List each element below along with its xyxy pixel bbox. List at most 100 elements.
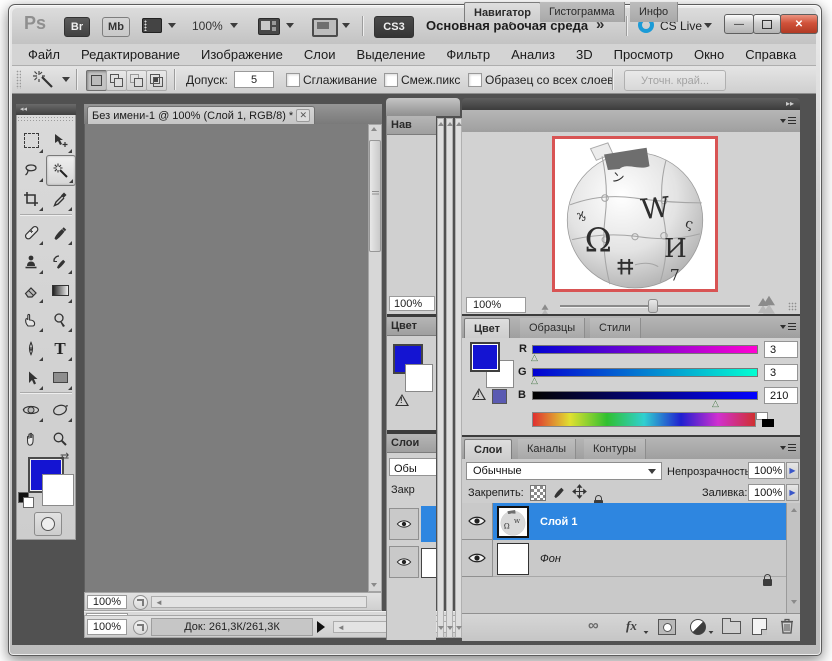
layer-2-name[interactable]: Фон bbox=[540, 553, 561, 565]
cs-live-caret[interactable] bbox=[704, 23, 712, 28]
layer-1-thumbnail[interactable]: ΩW bbox=[497, 506, 529, 538]
zoom-tool-icon[interactable] bbox=[46, 424, 74, 453]
lock-transparency-icon[interactable] bbox=[530, 485, 546, 501]
document-tab[interactable]: Без имени-1 @ 100% (Слой 1, RGB/8) * ✕ bbox=[87, 106, 315, 124]
menu-edit[interactable]: Редактирование bbox=[81, 47, 180, 62]
spectrum-black-swatch[interactable] bbox=[762, 419, 774, 427]
tab-histogram[interactable]: Гистограмма bbox=[540, 2, 625, 22]
layer-style-fx-icon[interactable]: fx bbox=[626, 618, 637, 634]
channel-r-slider[interactable] bbox=[532, 345, 758, 354]
horizontal-scrollbar-top[interactable]: ◄ bbox=[151, 596, 367, 608]
new-group-folder-icon[interactable] bbox=[722, 621, 741, 634]
bridge-button[interactable]: Br bbox=[64, 17, 90, 37]
gamut-warning-icon[interactable] bbox=[472, 388, 486, 400]
selection-mode-new-button[interactable] bbox=[86, 70, 107, 91]
tab-navigator[interactable]: Навигатор bbox=[464, 2, 541, 22]
3d-rotate-tool-icon[interactable] bbox=[17, 395, 45, 424]
scrollbar-down-arrow[interactable] bbox=[371, 583, 377, 587]
smudge-tool-icon[interactable] bbox=[17, 305, 45, 334]
minimize-button[interactable]: — bbox=[724, 14, 754, 34]
layer-2-visibility-toggle[interactable] bbox=[462, 540, 493, 577]
status-preview-icon[interactable] bbox=[133, 595, 148, 610]
zoom-caret[interactable] bbox=[230, 23, 238, 28]
channel-r-thumb[interactable]: △ bbox=[531, 352, 538, 363]
pen-tool-icon[interactable] bbox=[17, 334, 45, 363]
dock-topbar[interactable]: ▸▸ bbox=[462, 98, 800, 110]
channel-b-thumb[interactable]: △ bbox=[712, 398, 719, 409]
status-zoom-field[interactable]: 100% bbox=[87, 595, 127, 609]
link-layers-icon[interactable]: ∞ bbox=[588, 617, 599, 634]
arrange-documents-icon[interactable] bbox=[258, 18, 280, 35]
options-grip[interactable] bbox=[16, 70, 21, 89]
menu-help[interactable]: Справка bbox=[745, 47, 796, 62]
tab-color[interactable]: Цвет bbox=[464, 318, 510, 338]
contiguous-checkbox[interactable] bbox=[384, 73, 398, 87]
path-selection-tool-icon[interactable] bbox=[17, 363, 45, 392]
selection-mode-subtract-button[interactable] bbox=[126, 70, 147, 91]
move-tool-icon[interactable] bbox=[46, 126, 74, 155]
color-panel-menu-icon[interactable] bbox=[780, 322, 796, 332]
layers-panel-menu-icon[interactable] bbox=[780, 443, 796, 453]
tools-panel-grip[interactable] bbox=[17, 116, 75, 123]
close-button[interactable]: ✕ bbox=[780, 14, 818, 34]
type-tool-icon[interactable]: T bbox=[46, 334, 74, 363]
hand-tool-icon[interactable] bbox=[17, 424, 45, 453]
color-foreground-swatch[interactable] bbox=[470, 342, 500, 372]
document-size-status[interactable]: Док: 261,3К/261,3К bbox=[151, 618, 313, 636]
ghost-dock-topbar[interactable] bbox=[386, 98, 460, 116]
healing-brush-tool-icon[interactable] bbox=[17, 218, 45, 247]
color-spectrum-ramp[interactable] bbox=[532, 412, 756, 427]
channel-g-thumb[interactable]: △ bbox=[531, 375, 538, 386]
default-colors-icon-bg[interactable] bbox=[23, 497, 34, 508]
navigator-zoom-field[interactable]: 100% bbox=[466, 297, 526, 313]
navigator-view-box[interactable]: Ω W И ϗ ς 7 ン bbox=[552, 136, 718, 292]
marquee-tool-icon[interactable] bbox=[17, 126, 45, 155]
background-color-swatch[interactable] bbox=[42, 474, 74, 506]
canvas[interactable] bbox=[84, 124, 368, 592]
eraser-tool-icon[interactable] bbox=[17, 276, 45, 305]
cs3-workspace-button[interactable]: CS3 bbox=[374, 16, 414, 38]
zoom-level-control[interactable]: 100% bbox=[192, 19, 223, 33]
delete-layer-trash-icon[interactable] bbox=[780, 618, 794, 634]
view-extras-icon[interactable] bbox=[142, 18, 162, 33]
fill-spinner[interactable]: ▶ bbox=[786, 484, 799, 501]
navigator-panel-menu-icon[interactable] bbox=[780, 116, 796, 126]
scrollbar-up-arrow[interactable] bbox=[371, 127, 377, 131]
mini-bridge-button[interactable]: Mb bbox=[102, 17, 130, 37]
dock-collapse-icon[interactable]: ▸▸ bbox=[786, 99, 794, 108]
add-layer-mask-icon[interactable] bbox=[658, 619, 676, 635]
blend-mode-dropdown[interactable]: Обычные bbox=[466, 462, 662, 480]
opacity-spinner[interactable]: ▶ bbox=[786, 462, 799, 479]
sample-all-layers-checkbox[interactable] bbox=[468, 73, 482, 87]
status-zoom-field-2[interactable]: 100% bbox=[87, 619, 127, 635]
tab-channels[interactable]: Каналы bbox=[518, 439, 576, 459]
selection-mode-intersect-button[interactable] bbox=[146, 70, 167, 91]
eyedropper-tool-icon[interactable] bbox=[46, 184, 74, 213]
channel-g-slider[interactable] bbox=[532, 368, 758, 377]
status-menu-arrow[interactable] bbox=[317, 621, 325, 633]
layer-row-1[interactable] bbox=[493, 503, 786, 540]
adjustment-layer-icon[interactable] bbox=[690, 619, 706, 635]
ghost-background-swatch[interactable] bbox=[405, 364, 433, 392]
menu-filter[interactable]: Фильтр bbox=[446, 47, 490, 62]
tolerance-input[interactable]: 5 bbox=[234, 71, 274, 88]
tab-layers[interactable]: Слои bbox=[464, 439, 512, 459]
screen-mode-caret[interactable] bbox=[342, 23, 350, 28]
brush-tool-icon[interactable] bbox=[46, 218, 74, 247]
ghost-layers-tab[interactable]: Слои bbox=[391, 437, 419, 449]
menu-view[interactable]: Просмотр bbox=[614, 47, 673, 62]
layer-1-visibility-toggle[interactable] bbox=[462, 503, 493, 540]
navigator-resize-grip[interactable] bbox=[788, 302, 797, 311]
swap-colors-icon[interactable]: ⇄ bbox=[60, 450, 69, 463]
ghost-scroll-strip-3[interactable] bbox=[455, 118, 462, 638]
ghost-eye-1[interactable] bbox=[389, 508, 419, 540]
shape-tool-icon[interactable] bbox=[46, 363, 74, 392]
menu-3d[interactable]: 3D bbox=[576, 47, 593, 62]
history-brush-tool-icon[interactable] bbox=[46, 247, 74, 276]
tab-styles[interactable]: Стили bbox=[590, 318, 641, 338]
layer-2-thumbnail[interactable] bbox=[497, 543, 529, 575]
menu-image[interactable]: Изображение bbox=[201, 47, 283, 62]
magic-wand-preset-icon[interactable] bbox=[30, 69, 56, 90]
ghost-zoom-field[interactable]: 100% bbox=[389, 296, 435, 311]
lock-pixels-icon[interactable] bbox=[552, 484, 567, 499]
